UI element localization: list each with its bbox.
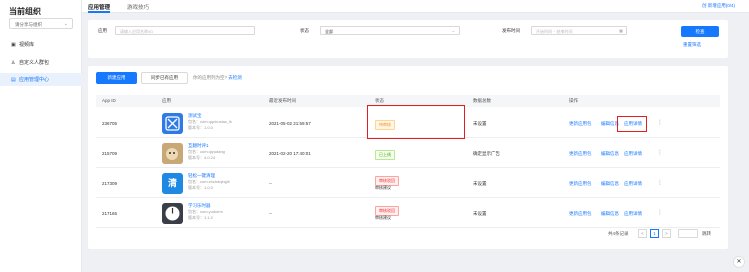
org-select[interactable]: 请分享与组织 ⌄ — [9, 18, 73, 29]
more-options-icon[interactable]: ⋮ — [657, 209, 663, 216]
status-select[interactable]: 全部 ⌄ — [320, 26, 460, 35]
column-header: 应用 — [162, 98, 171, 103]
prev-page-button[interactable]: < — [638, 229, 647, 238]
column-header: 状态 — [375, 98, 384, 103]
edit-info-link[interactable]: 编辑信息 — [601, 181, 619, 187]
sidebar-item-label: 应用管理中心 — [19, 77, 50, 83]
tab-game-tips[interactable]: 游戏技巧 — [127, 3, 149, 11]
org-select-value: 请分享与组织 — [15, 22, 42, 27]
app-logo — [162, 203, 183, 224]
app-logo: 清 — [162, 173, 183, 194]
update-package-link[interactable]: 更新应用包 — [569, 181, 592, 187]
sidebar: 当前组织 请分享与组织 ⌄ ▣ 视频库 ♙ 自定义人群包 ▤ 应用管理中心 — [0, 0, 82, 272]
column-header: App ID — [102, 98, 116, 103]
column-header: 最近发布时间 — [269, 98, 296, 103]
app-list-panel: 新建应用 同步已有应用 你的应用列为空? 去检测 App ID 应用 最近发布时… — [88, 66, 728, 249]
app-detail-link[interactable]: 应用详情 — [624, 181, 642, 187]
app-search-input[interactable]: 请输入应用名称/ID — [115, 26, 255, 35]
table-row: 217165 学习乐时器 包名：com.yuduirm 版本号：1.1.0 --… — [96, 199, 720, 228]
edit-info-link[interactable]: 编辑信息 — [601, 151, 619, 157]
jump-button[interactable]: 跳转 — [702, 231, 711, 237]
app-id: 236705 — [102, 121, 118, 126]
video-library-icon: ▣ — [11, 42, 16, 48]
publish-time: 2021-02-20 17:40:01 — [269, 151, 311, 156]
data-total-link[interactable]: 未设置 — [473, 181, 487, 187]
hint-text: 你的应用列为空? — [193, 75, 229, 80]
user-icon: ♙ — [11, 60, 16, 66]
sidebar-item-label: 自定义人群包 — [19, 60, 50, 66]
data-total-link[interactable]: 未设置 — [473, 121, 487, 127]
chevron-down-icon: ⌄ — [451, 28, 455, 33]
publish-time: -- — [269, 211, 272, 216]
detail-highlight-box — [617, 116, 647, 132]
time-range-input[interactable]: 开始时间 ~ 结束时间 ▦ — [531, 26, 627, 35]
edit-info-link[interactable]: 编辑信息 — [601, 211, 619, 217]
chevron-down-icon: ⌄ — [63, 21, 68, 27]
time-filter-label: 发布时间 — [502, 28, 520, 33]
column-header: 数据总数 — [473, 98, 491, 103]
review-advice-link[interactable]: 审核建议 — [375, 215, 391, 221]
page-jump-input[interactable] — [678, 229, 698, 238]
time-range-placeholder: 开始时间 ~ 结束时间 — [536, 29, 573, 34]
new-app-link[interactable]: 创 新增应用(0/4) — [702, 3, 735, 9]
reset-filter-link[interactable]: 重置筛选 — [683, 42, 701, 48]
data-total-link[interactable]: 未设置 — [473, 211, 487, 217]
column-header: 操作 — [569, 98, 578, 103]
sidebar-item-audience[interactable]: ♙ 自定义人群包 — [0, 56, 82, 69]
total-records: 共4条记录 — [608, 231, 629, 236]
sidebar-item-video-library[interactable]: ▣ 视频库 — [0, 38, 82, 51]
top-tabs-bar: 应用管理 游戏技巧 创 新增应用(0/4) — [82, 0, 749, 13]
tab-app-management[interactable]: 应用管理 — [88, 3, 110, 11]
status-filter-label: 状态 — [300, 28, 309, 33]
version-number: 版本号：1.0.0 — [188, 185, 213, 190]
publish-time: 2021-05-02 21:59:57 — [269, 121, 311, 126]
more-options-icon[interactable]: ⋮ — [657, 119, 663, 126]
more-options-icon[interactable]: ⋮ — [657, 179, 663, 186]
app-id: 217309 — [102, 181, 118, 186]
update-package-link[interactable]: 更新应用包 — [569, 211, 592, 217]
page-1-button[interactable]: 1 — [650, 229, 659, 238]
app-filter-label: 应用 — [98, 28, 107, 33]
detect-link[interactable]: 去检测 — [228, 75, 242, 80]
calendar-icon: ▦ — [619, 28, 623, 33]
app-logo — [162, 113, 183, 134]
status-badge: 已上线 — [375, 150, 395, 160]
data-total-link[interactable]: 确定显示广告 — [473, 151, 500, 157]
publish-time: -- — [269, 181, 272, 186]
app-detail-link[interactable]: 应用详情 — [624, 211, 642, 217]
app-icon: ▤ — [11, 77, 16, 83]
floating-close-icon[interactable]: ✕ — [733, 256, 745, 268]
version-number: 版本号：1.0.0 — [188, 125, 213, 130]
sidebar-item-label: 视频库 — [19, 42, 35, 48]
version-number: 版本号：1.1.0 — [188, 215, 213, 220]
app-logo — [162, 143, 183, 164]
filter-panel: 应用 请输入应用名称/ID 状态 全部 ⌄ 发布时间 开始时间 ~ 结束时间 ▦… — [88, 20, 728, 58]
create-app-button[interactable]: 新建应用 — [96, 72, 137, 84]
app-id: 217165 — [102, 211, 118, 216]
status-select-value: 全部 — [325, 29, 333, 34]
app-detail-link[interactable]: 应用详情 — [624, 151, 642, 157]
search-button[interactable]: 检查 — [681, 26, 719, 37]
active-tab-indicator — [88, 11, 110, 13]
review-advice-link[interactable]: 审核建议 — [375, 185, 391, 191]
update-package-link[interactable]: 更新应用包 — [569, 151, 592, 157]
version-number: 版本号：4.0.24 — [188, 155, 216, 160]
table-row: 217309 清 轻松一键清理 包名：com.zhchaqinglii 版本号：… — [96, 169, 720, 198]
update-package-link[interactable]: 更新应用包 — [569, 121, 592, 127]
status-highlight-box — [367, 105, 465, 139]
sidebar-item-app-management[interactable]: ▤ 应用管理中心 — [0, 73, 82, 86]
more-options-icon[interactable]: ⋮ — [657, 149, 663, 156]
next-page-button[interactable]: > — [662, 229, 671, 238]
org-title: 当前组织 — [9, 7, 41, 16]
sync-apps-button[interactable]: 同步已有应用 — [141, 72, 188, 84]
table-row: 215709 互翻时评1 包名：com.qiyudang 版本号：4.0.24 … — [96, 139, 720, 168]
app-id: 215709 — [102, 151, 118, 156]
empty-list-hint: 你的应用列为空? 去检测 — [193, 75, 242, 81]
